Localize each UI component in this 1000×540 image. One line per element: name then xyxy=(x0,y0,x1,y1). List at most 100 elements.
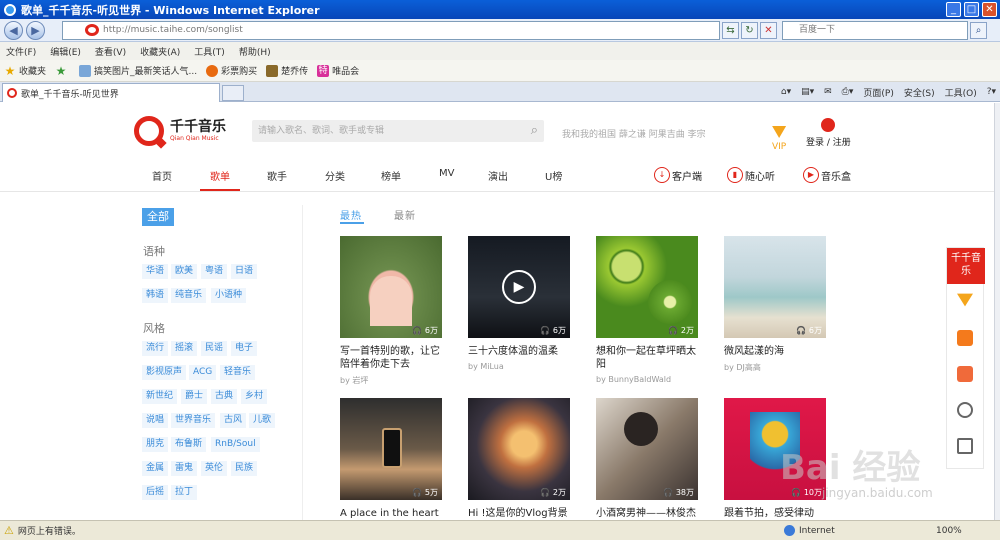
radio-link[interactable]: ▮ 随心听 xyxy=(727,167,775,183)
compat-view-button[interactable]: ⇆ xyxy=(722,22,739,39)
playlist-title[interactable]: 三十六度体温的温柔 xyxy=(468,345,576,358)
search-input[interactable]: 百度一下 xyxy=(782,21,968,40)
tag-item[interactable]: 日语 xyxy=(231,264,258,279)
tag-item[interactable]: 说唱 xyxy=(142,413,169,428)
menu-help[interactable]: 帮助(H) xyxy=(239,45,271,58)
menu-tools[interactable]: 工具(T) xyxy=(194,45,225,58)
nav-mv[interactable]: MV xyxy=(439,168,454,179)
client-link[interactable]: ↓ 客户端 xyxy=(654,167,702,183)
vip-button[interactable]: VIP xyxy=(772,126,786,152)
playlist-author[interactable]: by DJ高高 xyxy=(724,362,761,373)
tag-item[interactable]: 轻音乐 xyxy=(220,365,256,380)
favorite-link-2[interactable]: 彩票购买 xyxy=(206,64,257,77)
menu-favorites[interactable]: 收藏夹(A) xyxy=(140,45,180,58)
tag-item[interactable]: 布鲁斯 xyxy=(171,437,207,452)
playlist-cover[interactable]: 🎧 6万 xyxy=(724,236,826,338)
status-text[interactable]: 网页上有错误。 xyxy=(18,524,81,537)
tag-item[interactable]: 摇滚 xyxy=(171,341,198,356)
nav-shows[interactable]: 演出 xyxy=(488,168,508,183)
tab-songlist[interactable]: 歌单_千千音乐-听见世界 xyxy=(2,83,220,102)
nav-songlist[interactable]: 歌单 xyxy=(210,168,230,183)
menu-edit[interactable]: 编辑(E) xyxy=(50,45,81,58)
menu-view[interactable]: 查看(V) xyxy=(95,45,126,58)
tag-item[interactable]: 爵士 xyxy=(181,389,208,404)
sort-hot-tab[interactable]: 最热 xyxy=(340,207,362,222)
warning-icon[interactable]: ⚠ xyxy=(4,524,14,537)
refresh-button[interactable]: ↻ xyxy=(741,22,758,39)
search-icon[interactable]: ⌕ xyxy=(531,120,538,142)
mail-icon[interactable]: ✉ xyxy=(824,87,832,97)
playlist-title[interactable]: A place in the heart xyxy=(340,507,448,520)
playlist-author[interactable]: by 岩坪 xyxy=(340,375,368,386)
nav-u-chart[interactable]: U榜 xyxy=(545,168,562,183)
playlist-cover[interactable]: ▶ 🎧 6万 xyxy=(468,236,570,338)
favorite-link-4[interactable]: 特唯品会 xyxy=(317,64,359,77)
forward-button[interactable]: ▶ xyxy=(26,21,45,40)
download-icon[interactable] xyxy=(957,366,973,382)
site-search-input[interactable]: 请输入歌名、歌词、歌手或专辑 ⌕ xyxy=(252,120,544,142)
maximize-button[interactable]: □ xyxy=(964,2,979,17)
tag-item[interactable]: 欧美 xyxy=(171,264,198,279)
playlist-author[interactable]: by BunnyBaldWald xyxy=(596,375,671,384)
playlist-title[interactable]: Hi !这是你的Vlog背景 xyxy=(468,507,576,520)
favorites-button[interactable]: ★ 收藏夹 xyxy=(4,64,46,78)
hot-searches[interactable]: 我和我的祖国 薛之谦 阿果吉曲 李宗 xyxy=(562,127,706,140)
tag-item[interactable]: 世界音乐 xyxy=(171,413,216,428)
music-box-link[interactable]: ▶ 音乐盒 xyxy=(803,167,851,183)
back-button[interactable]: ◀ xyxy=(4,21,23,40)
login-button[interactable]: 登录 / 注册 xyxy=(806,118,851,148)
nav-home[interactable]: 首页 xyxy=(152,168,172,183)
tag-item[interactable]: 民谣 xyxy=(201,341,228,356)
playlist-cover[interactable]: 🎧 6万 xyxy=(340,236,442,338)
page-menu[interactable]: 页面(P) xyxy=(863,86,893,99)
tag-item[interactable]: 后摇 xyxy=(142,485,169,500)
tag-item[interactable]: 古风 xyxy=(220,413,247,428)
vertical-scrollbar[interactable] xyxy=(994,103,1000,520)
tag-item[interactable]: 韩语 xyxy=(142,288,169,303)
playlist-title[interactable]: 小酒窝男神——林俊杰 xyxy=(596,507,704,520)
zoom-level[interactable]: 100% xyxy=(936,526,962,536)
feedback-icon[interactable] xyxy=(957,438,973,454)
nav-charts[interactable]: 榜单 xyxy=(381,168,401,183)
favorite-link-1[interactable]: 搞笑图片_最新笑话人气... xyxy=(79,64,197,77)
tag-item[interactable]: 流行 xyxy=(142,341,169,356)
tag-item[interactable]: 小语种 xyxy=(211,288,247,303)
site-logo[interactable]: 千千音乐 Qian Qian Music xyxy=(134,116,226,146)
tag-item[interactable]: 儿歌 xyxy=(249,413,276,428)
float-logo-button[interactable]: 千千音乐 xyxy=(947,248,985,284)
tag-item[interactable]: 民族 xyxy=(231,461,258,476)
playlist-cover[interactable]: 🎧 5万 xyxy=(340,398,442,500)
playlist-author[interactable]: by MiLua xyxy=(468,362,504,371)
tag-item[interactable]: 古典 xyxy=(211,389,238,404)
tag-item[interactable]: 纯音乐 xyxy=(171,288,207,303)
new-tab-button[interactable] xyxy=(222,85,244,101)
minimize-button[interactable]: _ xyxy=(946,2,961,17)
help-icon[interactable]: ?▾ xyxy=(987,87,996,97)
tv-icon[interactable] xyxy=(957,330,973,346)
safety-menu[interactable]: 安全(S) xyxy=(904,86,935,99)
search-icon[interactable]: ⌕ xyxy=(970,22,987,39)
sort-new-tab[interactable]: 最新 xyxy=(394,207,416,222)
tag-item[interactable]: 新世纪 xyxy=(142,389,178,404)
playlist-title[interactable]: 微风起漾的海 xyxy=(724,345,832,358)
category-all-button[interactable]: 全部 xyxy=(142,208,174,226)
menu-file[interactable]: 文件(F) xyxy=(6,45,36,58)
playlist-title[interactable]: 跟着节拍，感受律动 xyxy=(724,507,832,520)
tag-item[interactable]: 华语 xyxy=(142,264,169,279)
play-button-icon[interactable]: ▶ xyxy=(502,270,536,304)
playlist-cover[interactable]: 🎧 2万 xyxy=(596,236,698,338)
tag-item[interactable]: ACG xyxy=(189,365,217,380)
address-field[interactable]: http://music.taihe.com/songlist xyxy=(62,21,720,40)
add-favorite-button[interactable]: ★ xyxy=(55,65,70,77)
stop-button[interactable]: ✕ xyxy=(760,22,777,39)
playlist-title[interactable]: 写一首特别的歌，让它陪伴着你走下去 xyxy=(340,345,448,371)
feeds-icon[interactable]: ▤▾ xyxy=(801,87,814,97)
tag-item[interactable]: 金属 xyxy=(142,461,169,476)
playlist-cover[interactable]: 🎧 2万 xyxy=(468,398,570,500)
favorite-link-3[interactable]: 楚乔传 xyxy=(266,64,308,77)
tag-item[interactable]: 电子 xyxy=(231,341,258,356)
tag-item[interactable]: 影视原声 xyxy=(142,365,187,380)
home-icon[interactable]: ⌂▾ xyxy=(781,87,791,97)
print-icon[interactable]: ⎙▾ xyxy=(842,87,854,97)
tag-item[interactable]: 英伦 xyxy=(201,461,228,476)
